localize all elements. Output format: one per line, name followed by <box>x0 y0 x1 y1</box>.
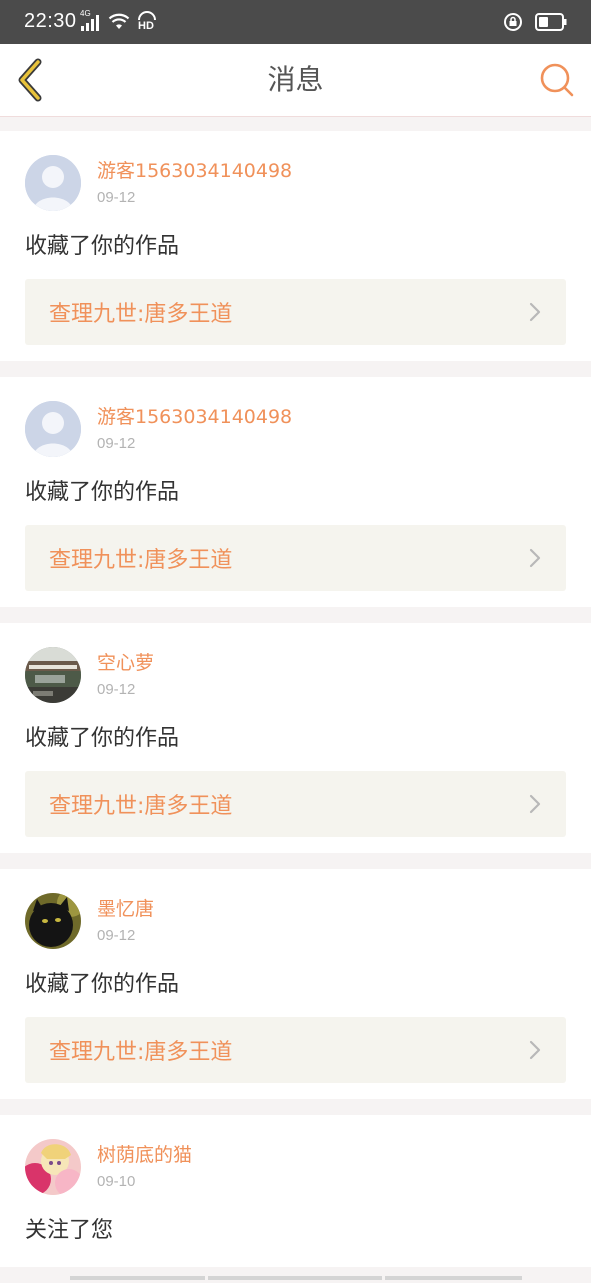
work-link[interactable]: 查理九世:唐多王道 <box>25 771 566 837</box>
message-date: 09-12 <box>97 434 136 452</box>
status-time: 22:30 <box>24 10 77 32</box>
avatar[interactable] <box>25 647 81 703</box>
avatar[interactable] <box>25 155 81 211</box>
hd-icon: HD <box>136 11 158 33</box>
message-header: 空心萝 09-12 <box>25 645 566 705</box>
message-header: 墨忆唐 09-12 <box>25 891 566 951</box>
navigation-bar: 消息 <box>0 44 591 117</box>
chevron-right-icon <box>529 1040 541 1060</box>
work-title: 查理九世:唐多王道 <box>49 548 233 573</box>
page-title: 消息 <box>267 63 324 96</box>
message-header: 游客1563034140498 09-12 <box>25 153 566 213</box>
username[interactable]: 空心萝 <box>97 650 154 676</box>
status-icons-right <box>503 9 567 35</box>
search-button[interactable] <box>537 60 577 100</box>
work-link[interactable]: 查理九世:唐多王道 <box>25 1017 566 1083</box>
status-icons-left: 4G HD <box>80 9 158 34</box>
user-meta: 树荫底的猫 09-10 <box>97 1142 192 1193</box>
bottom-partial-bar <box>0 1272 591 1280</box>
user-meta: 墨忆唐 09-12 <box>97 896 154 947</box>
message-card: 树荫底的猫 09-10 关注了您 <box>0 1115 591 1267</box>
message-card: 游客1563034140498 09-12 收藏了你的作品 查理九世:唐多王道 <box>0 131 591 361</box>
signal-icon: 4G <box>80 9 102 32</box>
default-avatar-icon <box>25 401 81 457</box>
message-date: 09-12 <box>97 680 136 698</box>
message-date: 09-10 <box>97 1172 136 1190</box>
message-action-text: 收藏了你的作品 <box>25 726 180 751</box>
user-meta: 游客1563034140498 09-12 <box>97 158 292 209</box>
hd-label: HD <box>138 20 154 32</box>
chevron-right-icon <box>529 302 541 322</box>
username[interactable]: 墨忆唐 <box>97 896 154 922</box>
username[interactable]: 游客1563034140498 <box>97 158 292 184</box>
avatar[interactable] <box>25 893 81 949</box>
work-title: 查理九世:唐多王道 <box>49 1040 233 1065</box>
message-action-text: 收藏了你的作品 <box>25 972 180 997</box>
chevron-right-icon <box>529 548 541 568</box>
chevron-right-icon <box>529 794 541 814</box>
message-card: 游客1563034140498 09-12 收藏了你的作品 查理九世:唐多王道 <box>0 377 591 607</box>
photo-avatar-building <box>25 647 81 703</box>
photo-avatar-cat <box>25 893 81 949</box>
message-header: 游客1563034140498 09-12 <box>25 399 566 459</box>
username[interactable]: 树荫底的猫 <box>97 1142 192 1168</box>
message-date: 09-12 <box>97 188 136 206</box>
message-list: 游客1563034140498 09-12 收藏了你的作品 查理九世:唐多王道 … <box>0 131 591 1283</box>
user-meta: 空心萝 09-12 <box>97 650 154 701</box>
bottom-tab-indicator <box>70 1276 205 1280</box>
message-action-text: 关注了您 <box>25 1218 114 1243</box>
message-action-text: 收藏了你的作品 <box>25 234 180 259</box>
wifi-icon <box>108 12 130 32</box>
message-header: 树荫底的猫 09-10 <box>25 1137 566 1197</box>
rotation-lock-icon <box>503 12 523 32</box>
work-title: 查理九世:唐多王道 <box>49 302 233 327</box>
search-icon <box>540 63 574 97</box>
bottom-tab-indicator <box>208 1276 382 1280</box>
message-card: 墨忆唐 09-12 收藏了你的作品 查理九世:唐多王道 <box>0 869 591 1099</box>
default-avatar-icon <box>25 155 81 211</box>
status-bar: 22:30 4G HD <box>0 0 591 44</box>
work-title: 查理九世:唐多王道 <box>49 794 233 819</box>
username[interactable]: 游客1563034140498 <box>97 404 292 430</box>
avatar[interactable] <box>25 401 81 457</box>
message-action-text: 收藏了你的作品 <box>25 480 180 505</box>
work-link[interactable]: 查理九世:唐多王道 <box>25 525 566 591</box>
battery-icon <box>535 13 567 31</box>
user-meta: 游客1563034140498 09-12 <box>97 404 292 455</box>
message-date: 09-12 <box>97 926 136 944</box>
bottom-tab-indicator <box>385 1276 522 1280</box>
photo-avatar-anime <box>25 1139 81 1195</box>
message-card: 空心萝 09-12 收藏了你的作品 查理九世:唐多王道 <box>0 623 591 853</box>
avatar[interactable] <box>25 1139 81 1195</box>
work-link[interactable]: 查理九世:唐多王道 <box>25 279 566 345</box>
